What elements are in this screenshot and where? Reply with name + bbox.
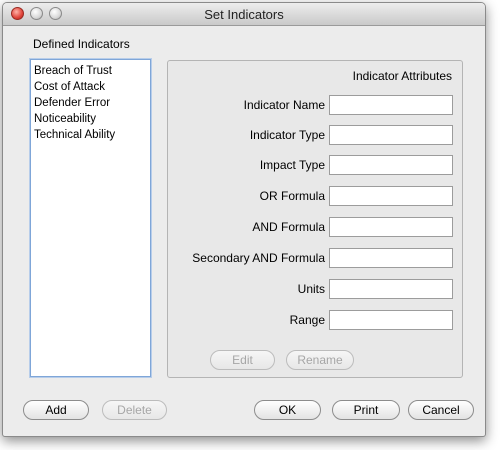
add-button[interactable]: Add: [23, 400, 89, 420]
secondary-and-formula-row: Secondary AND Formula: [168, 248, 462, 268]
cancel-button[interactable]: Cancel: [408, 400, 474, 420]
units-row: Units: [168, 279, 462, 299]
defined-indicators-label: Defined Indicators: [33, 37, 130, 51]
list-item[interactable]: Defender Error: [34, 95, 147, 111]
or-formula-input[interactable]: [329, 186, 453, 206]
impact-type-input[interactable]: [329, 155, 453, 175]
indicator-name-row: Indicator Name: [168, 95, 462, 115]
print-button[interactable]: Print: [332, 400, 400, 420]
units-label: Units: [297, 282, 325, 296]
and-formula-input[interactable]: [329, 217, 453, 237]
list-item[interactable]: Noticeability: [34, 111, 147, 127]
edit-button[interactable]: Edit: [210, 350, 275, 370]
secondary-and-formula-label: Secondary AND Formula: [192, 251, 325, 265]
impact-type-row: Impact Type: [168, 155, 462, 175]
impact-type-label: Impact Type: [259, 158, 325, 172]
indicator-name-input[interactable]: [329, 95, 453, 115]
and-formula-row: AND Formula: [168, 217, 462, 237]
and-formula-label: AND Formula: [252, 220, 325, 234]
list-item[interactable]: Technical Ability: [34, 127, 147, 143]
list-item[interactable]: Breach of Trust: [34, 63, 147, 79]
or-formula-label: OR Formula: [259, 189, 325, 203]
indicator-type-label: Indicator Type: [249, 128, 325, 142]
title-bar[interactable]: Set Indicators: [3, 3, 485, 26]
indicator-attributes-title: Indicator Attributes: [352, 69, 452, 83]
range-label: Range: [289, 313, 325, 327]
indicator-type-input[interactable]: [329, 125, 453, 145]
secondary-and-formula-input[interactable]: [329, 248, 453, 268]
indicator-type-row: Indicator Type: [168, 125, 462, 145]
units-input[interactable]: [329, 279, 453, 299]
range-row: Range: [168, 310, 462, 330]
defined-indicators-list[interactable]: Breach of Trust Cost of Attack Defender …: [30, 59, 151, 377]
range-input[interactable]: [329, 310, 453, 330]
list-item[interactable]: Cost of Attack: [34, 79, 147, 95]
delete-button[interactable]: Delete: [102, 400, 167, 420]
or-formula-row: OR Formula: [168, 186, 462, 206]
rename-button[interactable]: Rename: [286, 350, 354, 370]
set-indicators-dialog: Set Indicators Defined Indicators Breach…: [2, 2, 486, 437]
window-title: Set Indicators: [204, 7, 284, 22]
indicator-attributes-group: Indicator Attributes Indicator Name Indi…: [167, 60, 463, 378]
ok-button[interactable]: OK: [254, 400, 321, 420]
indicator-name-label: Indicator Name: [243, 98, 325, 112]
